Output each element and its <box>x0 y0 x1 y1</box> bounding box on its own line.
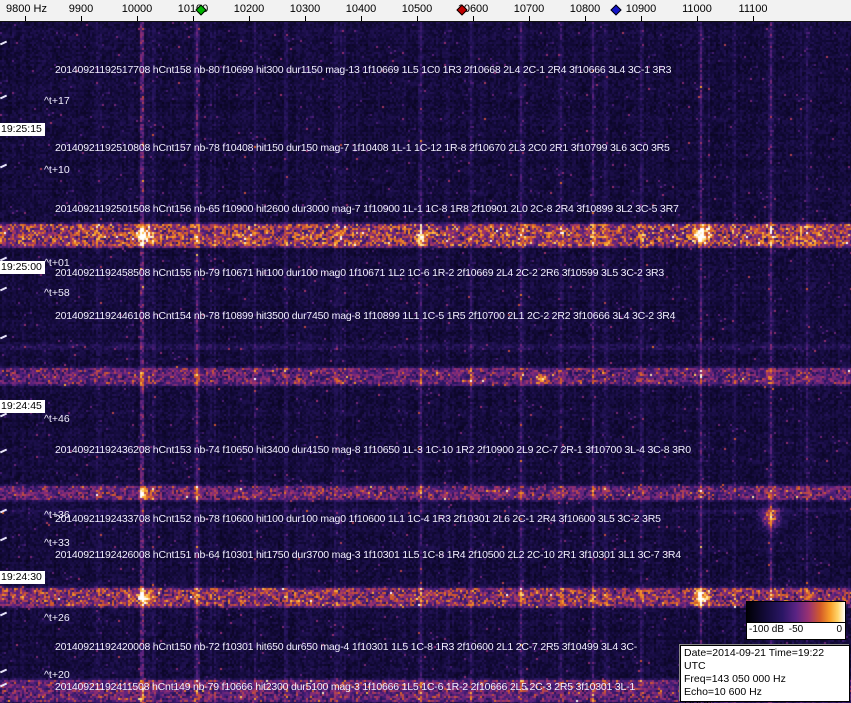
time-offset-mark: ^t+20 <box>44 669 70 681</box>
freq-tick-label: 10800 <box>569 3 601 15</box>
detection-log-line: 20140921192458508 hCnt155 nb-79 f10671 h… <box>55 267 665 279</box>
time-axis-tick <box>0 286 8 292</box>
freq-tick <box>25 16 26 21</box>
freq-tick <box>137 16 138 21</box>
freq-tick <box>753 16 754 21</box>
db-mid-label: -50 <box>788 624 804 635</box>
freq-tick <box>305 16 306 21</box>
freq-tick <box>529 16 530 21</box>
freq-tick <box>81 16 82 21</box>
freq-tick-label: 10000 <box>121 3 153 15</box>
freq-tick-label: 10700 <box>513 3 545 15</box>
freq-tick-label: 10200 <box>233 3 265 15</box>
time-offset-mark: ^t+33 <box>44 537 70 549</box>
detection-log-line: 20140921192436208 hCnt153 nb-74 f10650 h… <box>55 444 691 456</box>
time-axis-tick <box>0 334 8 340</box>
time-axis-label: 19:25:00 <box>0 261 45 274</box>
freq-tick <box>697 16 698 21</box>
time-axis-tick <box>0 536 8 542</box>
time-axis-tick <box>0 94 8 100</box>
freq-tick-label: 9800 Hz <box>6 3 47 15</box>
freq-tick <box>417 16 418 21</box>
detection-log-line: 20140921192426008 hCnt151 nb-64 f10301 h… <box>55 549 681 561</box>
detection-log-line: 20140921192446108 hCnt154 nb-78 f10899 h… <box>55 310 676 322</box>
amplitude-color-scale: -100 dB -50 0 <box>746 601 846 640</box>
time-axis-tick <box>0 682 8 688</box>
freq-tick-label: 9900 <box>68 3 94 15</box>
freq-tick <box>361 16 362 21</box>
freq-tick-label: 11000 <box>682 3 712 15</box>
time-offset-mark: ^t+17 <box>44 95 70 107</box>
time-axis-tick <box>0 448 8 454</box>
db-max-label: 0 <box>836 624 842 635</box>
time-axis-label: 19:24:45 <box>0 400 45 413</box>
freq-tick <box>193 16 194 21</box>
info-frequency: Freq=143 050 000 Hz <box>684 673 786 685</box>
freq-tick-label: 10400 <box>345 3 377 15</box>
frequency-scale: 9800 Hz 9900 10000 10100 10200 10300 10400 1050… <box>0 0 851 22</box>
freq-tick-label: 10500 <box>401 3 433 15</box>
time-axis-tick <box>0 668 8 674</box>
freq-tick-label: 10900 <box>625 3 657 15</box>
detection-log-line: 20140921192517708 hCnt158 nb-80 f10699 h… <box>55 64 672 76</box>
time-offset-mark: ^t+58 <box>44 287 70 299</box>
time-axis-label: 19:25:15 <box>0 123 45 136</box>
marker-diamond-blue[interactable] <box>610 4 622 16</box>
spectrum-waterfall-window: 20140921192517708 hCnt158 nb-80 f10699 h… <box>0 0 851 703</box>
time-offset-mark: ^t+26 <box>44 612 70 624</box>
freq-tick-label: 11100 <box>738 3 768 15</box>
freq-tick <box>585 16 586 21</box>
info-echo-frequency: Echo=10 600 Hz <box>684 686 762 698</box>
time-axis-label: 19:24:30 <box>0 571 45 584</box>
time-offset-mark: ^t+01 <box>44 257 70 269</box>
time-axis-tick <box>0 40 8 46</box>
detection-log-line: 20140921192433708 hCnt152 nb-78 f10600 h… <box>55 513 661 525</box>
time-offset-mark: ^t+36 <box>44 509 70 521</box>
time-axis-tick <box>0 412 8 418</box>
waterfall-overlay: 20140921192517708 hCnt158 nb-80 f10699 h… <box>0 0 851 703</box>
detection-log-line: 20140921192501508 hCnt156 nb-65 f10900 h… <box>55 203 679 215</box>
time-offset-mark: ^t+10 <box>44 164 70 176</box>
amplitude-gradient-bar <box>747 602 845 623</box>
amplitude-scale-labels: -100 dB -50 0 <box>747 623 845 638</box>
time-offset-mark: ^t+46 <box>44 413 70 425</box>
info-date-time: Date=2014-09-21 Time=19:22 UTC <box>684 647 825 672</box>
time-axis-tick <box>0 611 8 617</box>
detection-log-line: 20140921192411508 hCnt149 nb-79 f10666 h… <box>55 681 636 693</box>
detection-log-line: 20140921192420008 hCnt150 nb-72 f10301 h… <box>55 641 638 653</box>
status-info-box: Date=2014-09-21 Time=19:22 UTC Freq=143 … <box>680 645 850 703</box>
time-axis-tick <box>0 508 8 514</box>
freq-tick <box>473 16 474 21</box>
time-axis-tick <box>0 163 8 169</box>
info-station-id: HPHK <box>684 699 846 703</box>
db-min-label: -100 dB <box>749 624 785 635</box>
freq-tick <box>249 16 250 21</box>
freq-tick <box>641 16 642 21</box>
freq-tick-label: 10300 <box>289 3 321 15</box>
detection-log-line: 20140921192510808 hCnt157 nb-78 f10408 h… <box>55 142 670 154</box>
